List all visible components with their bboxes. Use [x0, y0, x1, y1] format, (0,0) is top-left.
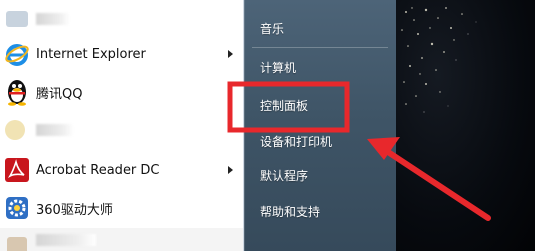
program-item-acrobat-reader[interactable]: Acrobat Reader DC — [0, 153, 243, 187]
submenu-arrow-icon — [228, 50, 233, 58]
desktop-background — [396, 0, 535, 251]
start-menu-places-pane: 音乐 计算机 控制面板 设备和打印机 默认程序 帮助和支持 — [244, 0, 396, 251]
blurred-label — [36, 124, 74, 136]
blurred-label — [36, 13, 70, 25]
program-item-internet-explorer[interactable]: Internet Explorer — [0, 37, 243, 71]
internet-explorer-icon — [4, 41, 30, 67]
menu-item-help-support[interactable]: 帮助和支持 — [260, 203, 320, 220]
blurred-label — [36, 234, 96, 246]
program-label: Acrobat Reader DC — [36, 162, 160, 178]
city-lights-image — [401, 7, 477, 113]
separator — [252, 47, 388, 48]
program-item-qq[interactable]: 腾讯QQ — [0, 75, 243, 109]
program-item-blurred-3[interactable] — [0, 228, 243, 251]
qq-penguin-icon — [4, 79, 30, 106]
menu-item-music[interactable]: 音乐 — [260, 20, 284, 37]
menu-item-control-panel[interactable]: 控制面板 — [260, 97, 308, 114]
program-label: 360驱动大师 — [36, 202, 113, 218]
submenu-arrow-icon — [228, 166, 233, 174]
program-item-blurred-1[interactable] — [0, 2, 243, 36]
menu-item-devices-printers[interactable]: 设备和打印机 — [260, 133, 332, 150]
menu-item-default-programs[interactable]: 默认程序 — [260, 167, 308, 184]
program-label: 腾讯QQ — [36, 86, 83, 102]
program-item-360-driver[interactable]: 360驱动大师 — [0, 191, 243, 225]
menu-item-computer[interactable]: 计算机 — [260, 59, 296, 76]
blurred-app-icon — [4, 6, 30, 32]
driver-master-icon — [4, 195, 30, 221]
start-menu-programs-pane: Internet Explorer 腾讯QQ Acrobat Reader DC… — [0, 0, 244, 251]
program-item-blurred-2[interactable] — [0, 113, 243, 147]
blurred-app-icon — [4, 117, 30, 143]
start-menu-screenshot: Internet Explorer 腾讯QQ Acrobat Reader DC… — [0, 0, 535, 251]
program-label: Internet Explorer — [36, 46, 146, 62]
acrobat-reader-icon — [4, 157, 30, 183]
blurred-app-icon — [4, 232, 30, 251]
